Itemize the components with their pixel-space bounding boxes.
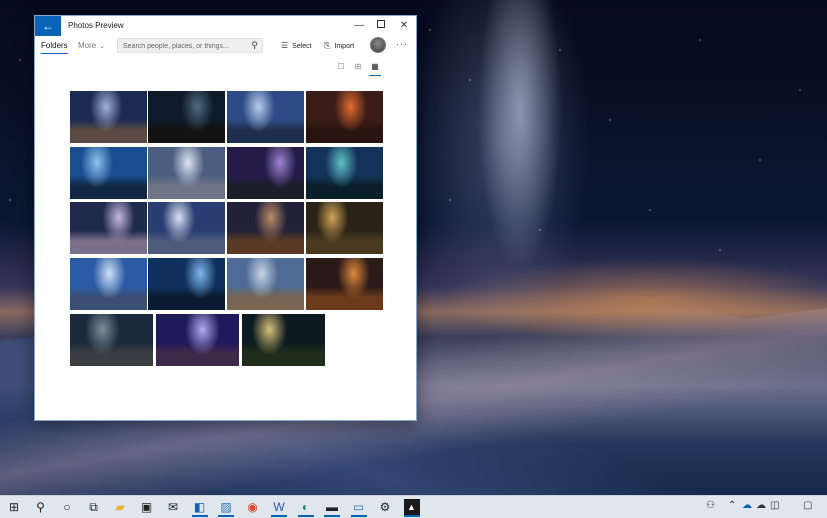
avatar[interactable] (370, 37, 386, 53)
photos-icon[interactable]: ▨ (218, 499, 234, 517)
task-view-icon[interactable]: ⧉ (86, 499, 102, 515)
close-button[interactable]: ✕ (392, 16, 416, 36)
outlook-icon[interactable]: ◧ (191, 499, 208, 517)
import-icon: ⎘ (324, 41, 331, 50)
maximize-button[interactable] (369, 16, 393, 36)
minimize-icon: — (354, 20, 364, 31)
start-icon[interactable]: ⊞ (6, 499, 22, 515)
tab-folders[interactable]: Folders (41, 41, 68, 54)
title-bar[interactable]: ← Photos Preview — ✕ (35, 16, 416, 36)
large-thumbnail-view-button[interactable]: ☐ (335, 61, 347, 75)
photo-thumbnail[interactable] (70, 147, 147, 199)
photo-thumbnail[interactable] (70, 91, 147, 143)
photo-thumbnail[interactable] (227, 202, 304, 254)
edge-icon[interactable]: ◐ (297, 499, 314, 517)
import-label: Import (334, 43, 355, 50)
photo-thumbnail[interactable] (156, 314, 239, 366)
settings-icon[interactable]: ⚙ (377, 499, 393, 515)
medium-thumbnail-icon: ⊞ (354, 62, 362, 71)
taskbar: ⊞ ⚲ ○ ⧉ ▰ ▣ ✉ ◧ ▨ ◉ W ◐ ▬ ▭ ⚙ ▲ ⚇ ⌃ ☁ ☁ ◫ ▢ (0, 495, 827, 518)
chevron-up-icon[interactable]: ⌃ (728, 500, 736, 511)
photo-thumbnail[interactable] (148, 202, 225, 254)
onedrive-icon[interactable]: ☁ (742, 500, 752, 511)
photo-thumbnail[interactable] (70, 314, 153, 366)
search-icon[interactable]: ⚲ (251, 40, 258, 51)
people-icon[interactable]: ⚇ (706, 500, 715, 511)
photos-preview-icon[interactable]: ▲ (403, 499, 420, 517)
photo-thumbnail[interactable] (70, 258, 147, 310)
photo-thumbnail[interactable] (242, 314, 325, 366)
arrow-left-icon: ← (42, 19, 54, 33)
photo-thumbnail[interactable] (227, 258, 304, 310)
photo-thumbnail[interactable] (306, 147, 383, 199)
tab-more-label: More (78, 41, 97, 50)
store-icon[interactable]: ▣ (139, 499, 155, 515)
close-icon: ✕ (399, 20, 409, 31)
app-title: Photos Preview (68, 21, 124, 30)
chrome-icon[interactable]: ◉ (245, 499, 261, 515)
remote-desktop-icon[interactable]: ▭ (350, 499, 367, 517)
photo-thumbnail[interactable] (148, 91, 225, 143)
back-button[interactable]: ← (35, 16, 61, 36)
photo-thumbnail[interactable] (306, 91, 383, 143)
photo-thumbnail[interactable] (70, 202, 147, 254)
large-thumbnail-icon: ☐ (337, 62, 345, 71)
photo-thumbnail[interactable] (306, 258, 383, 310)
minimize-button[interactable]: — (347, 16, 371, 36)
select-button[interactable]: ☰ Select (281, 41, 312, 50)
small-thumbnail-view-button[interactable]: ▦ (369, 61, 381, 76)
photo-thumbnail[interactable] (227, 147, 304, 199)
terminal-icon[interactable]: ▬ (324, 499, 340, 517)
network-icon[interactable]: ◫ (770, 500, 779, 511)
maximize-icon (377, 20, 385, 28)
photos-window: ← Photos Preview — ✕ Folders More⌄ ⚲ ☰Se… (34, 15, 417, 421)
tab-more[interactable]: More ⌄ (78, 41, 105, 50)
notification-icon[interactable]: ▢ (803, 500, 812, 511)
select-label: Select (292, 43, 312, 50)
chevron-down-icon: ⌄ (99, 43, 106, 50)
cortana-icon[interactable]: ○ (59, 499, 75, 515)
photo-thumbnail[interactable] (227, 91, 304, 143)
small-thumbnail-icon: ▦ (371, 62, 379, 71)
select-list-icon: ☰ (281, 41, 289, 50)
mail-icon[interactable]: ✉ (165, 499, 181, 515)
toolbar: Folders More⌄ ⚲ ☰Select ⎘Import ··· (35, 36, 416, 60)
photo-thumbnail[interactable] (148, 147, 225, 199)
search-input[interactable] (123, 41, 241, 51)
search-icon[interactable]: ⚲ (33, 499, 49, 515)
import-button[interactable]: ⎘ Import (324, 41, 354, 51)
more-options-button[interactable]: ··· (396, 39, 408, 49)
more-options-icon: ··· (396, 39, 408, 49)
file-explorer-icon[interactable]: ▰ (112, 499, 128, 515)
photo-thumbnail[interactable] (148, 258, 225, 310)
photo-thumbnail[interactable] (306, 202, 383, 254)
word-icon[interactable]: W (271, 499, 287, 517)
search-box[interactable]: ⚲ (117, 38, 263, 53)
tab-folders-label: Folders (41, 41, 68, 50)
cloud-icon[interactable]: ☁ (756, 500, 766, 511)
medium-thumbnail-view-button[interactable]: ⊞ (352, 61, 364, 75)
